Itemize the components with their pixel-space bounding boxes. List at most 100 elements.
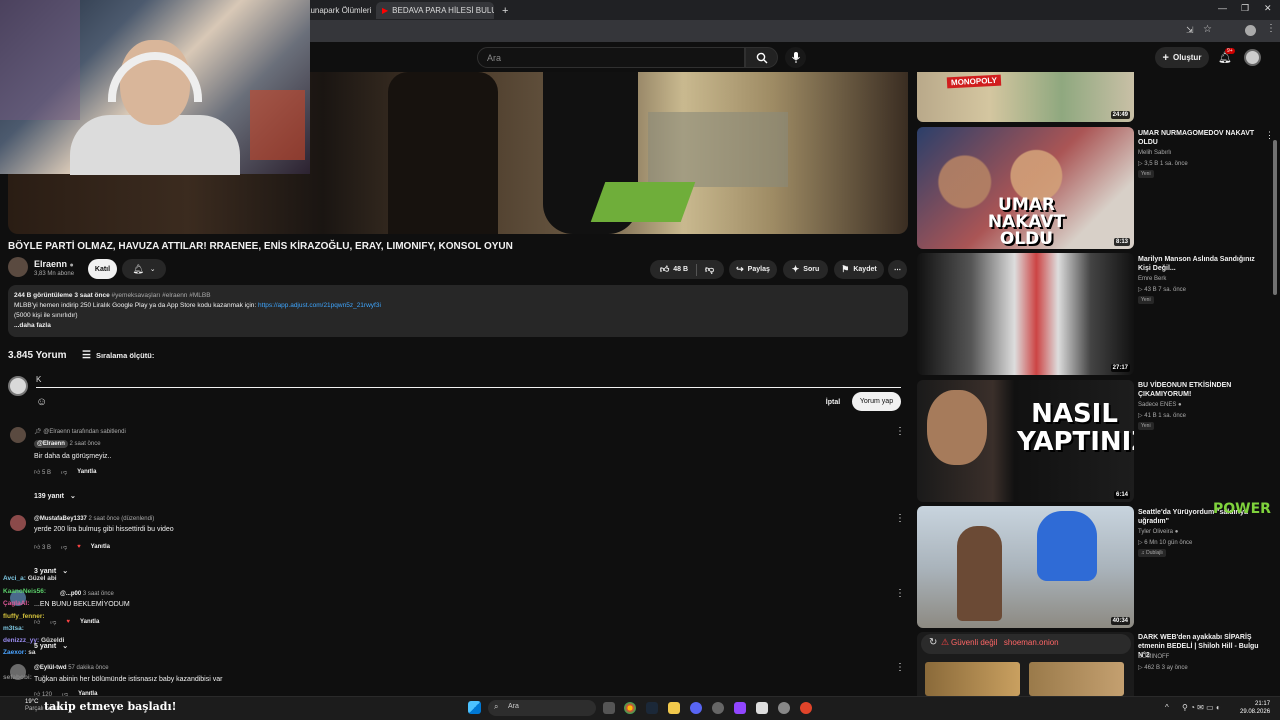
comment-time[interactable]: 3 saat önce [83, 591, 114, 597]
comment-menu-icon[interactable]: ⋮ [895, 426, 905, 437]
reply-button[interactable]: Yanıtla [91, 544, 110, 550]
replies-toggle[interactable]: 3 yanıt ⌄ [34, 567, 68, 576]
close-window-icon[interactable]: ✕ [1264, 3, 1272, 14]
install-icon[interactable]: ⇲ [1186, 25, 1194, 36]
channel-name[interactable]: Elraenn ● [34, 259, 74, 269]
join-button[interactable]: Katıl [88, 259, 117, 279]
comment-author[interactable]: @MustafaBey1337 2 saat önce (düzenlendi) [34, 516, 154, 522]
video-title[interactable]: UMAR NURMAGOMEDOV NAKAVT OLDU [1138, 129, 1268, 147]
scrollbar[interactable] [1273, 140, 1277, 295]
search-button[interactable] [745, 47, 778, 68]
menu-icon[interactable]: ⋮ [1266, 23, 1276, 34]
share-label: Paylaş [747, 266, 770, 273]
subscribe-bell-button[interactable]: 🔔︎ ⌄ [122, 259, 166, 279]
comment-menu-icon[interactable]: ⋮ [895, 588, 905, 599]
author-handle[interactable]: @...p00 [60, 591, 81, 597]
replies-toggle[interactable]: 139 yanıt ⌄ [34, 492, 76, 501]
like-button[interactable]: 👍︎ 5 B [34, 468, 51, 476]
video-thumbnail[interactable]: NASIL YAPTINIZ? 6:14 [917, 380, 1134, 502]
comment-author[interactable]: @...p00 3 saat önce [60, 591, 114, 597]
chrome-icon[interactable] [624, 702, 636, 714]
video-title[interactable]: Marilyn Manson Aslında Sandığınız Kişi D… [1138, 255, 1268, 273]
video-title[interactable]: BU VİDEONUN ETKİSİNDEN ÇIKAMIYORUM! [1138, 381, 1268, 399]
share-button[interactable]: ↪ Paylaş [729, 260, 777, 279]
task-view-icon[interactable] [603, 702, 615, 714]
chat-user: m3tsa: [3, 625, 24, 632]
video-description[interactable]: 244 B görüntüleme 3 saat önce #yemeksava… [8, 285, 908, 337]
author-handle[interactable]: @Eylül-twd [34, 665, 67, 671]
taskbar-search[interactable]: ⌕ Ara [488, 700, 596, 716]
channel-name[interactable]: Tyler Oliveira ● [1138, 529, 1178, 535]
tray-icons[interactable]: ⚲ ◔ ✉ ▭ ◐ [1182, 703, 1221, 712]
ask-button[interactable]: ✦ Soru [783, 260, 828, 279]
author-handle[interactable]: @MustafaBey1337 [34, 516, 87, 522]
windows-start-icon[interactable] [468, 701, 481, 714]
app-icon[interactable] [800, 702, 812, 714]
channel-name[interactable]: Emre Berk [1138, 276, 1166, 282]
channel-name[interactable]: Melih Sabırlı [1138, 150, 1171, 156]
comment-avatar[interactable] [10, 515, 26, 531]
description-link[interactable]: https://app.adjust.com/21pqwn5z_21rwyf3i [258, 302, 381, 309]
author-handle[interactable]: @Elraenn [34, 440, 68, 448]
settings-gear-icon[interactable] [778, 702, 790, 714]
dislike-button[interactable]: 👎︎ [705, 264, 714, 275]
comment-input[interactable]: K [36, 375, 901, 388]
emoji-icon[interactable]: ☺ [36, 396, 47, 408]
comment-time[interactable]: 2 saat önce (düzenlendi) [89, 516, 155, 522]
channel-name[interactable]: BUMINOFF [1138, 654, 1169, 660]
search-input[interactable]: Ara [477, 47, 745, 68]
comment-menu-icon[interactable]: ⋮ [895, 662, 905, 673]
discord-icon[interactable] [690, 702, 702, 714]
tray-chevron-icon[interactable]: ^ [1165, 703, 1169, 712]
comment-author[interactable]: @Elraenn 2 saat önce [34, 440, 101, 448]
thumbs-down-icon[interactable]: 👎︎ [61, 468, 67, 476]
post-comment-button[interactable]: Yorum yap [852, 392, 901, 411]
video-thumbnail[interactable]: MONOPOLY 24:49 [917, 72, 1134, 122]
video-thumbnail[interactable]: ↻ ⚠ Güvenli değil shoeman.onion [917, 632, 1134, 696]
video-menu-icon[interactable]: ⋮ [1265, 130, 1274, 141]
obs-icon[interactable] [712, 702, 724, 714]
maximize-icon[interactable]: ❐ [1241, 3, 1249, 14]
thumbs-down-icon[interactable]: 👎︎ [61, 543, 67, 551]
hashtags[interactable]: #yemeksavaşları #elraenn #MLBB [112, 292, 211, 299]
twitch-icon[interactable] [734, 702, 746, 714]
sort-button[interactable]: ☰ Sıralama ölçütü: [82, 350, 154, 361]
avatar[interactable] [1244, 49, 1261, 66]
thumbs-down-icon[interactable]: 👎︎ [50, 618, 56, 626]
video-thumbnail[interactable]: 27:17 [917, 253, 1134, 375]
comment-avatar[interactable] [10, 427, 26, 443]
minimize-icon[interactable]: — [1218, 3, 1227, 13]
clock[interactable]: 21:17 29.08.2026 [1240, 700, 1270, 716]
channel-avatar[interactable] [8, 257, 28, 277]
thumbnail-caption: ↻ ⚠ Güvenli değil shoeman.onion [921, 634, 1131, 654]
comment-author[interactable]: @Eylül-twd 57 dakika önce [34, 665, 109, 671]
steam-icon[interactable] [646, 702, 658, 714]
reply-button[interactable]: Yanıtla [77, 469, 96, 475]
channel-name-text: Elraenn [34, 259, 68, 269]
app-icon[interactable] [756, 702, 768, 714]
like-button[interactable]: 👍︎ 3 B [34, 543, 51, 551]
file-explorer-icon[interactable] [668, 702, 680, 714]
tab-label: Lunapark Ölümleri [306, 6, 372, 15]
create-button[interactable]: + Oluştur [1155, 47, 1209, 68]
mic-button[interactable] [785, 47, 806, 68]
comment-menu-icon[interactable]: ⋮ [895, 513, 905, 524]
profile-icon[interactable] [1245, 25, 1256, 36]
view-count-date: 244 B görüntüleme 3 saat önce [14, 292, 110, 299]
video-thumbnail[interactable]: UMAR NAKAVT OLDU 8:13 [917, 127, 1134, 249]
comment-time[interactable]: 57 dakika önce [68, 665, 108, 671]
comment-time[interactable]: 2 saat önce [70, 441, 101, 447]
more-actions-button[interactable]: ⋯ [888, 260, 907, 279]
video-thumbnail[interactable]: 40:34 [917, 506, 1134, 628]
save-button[interactable]: ⚑ Kaydet [834, 260, 884, 279]
like-button[interactable]: 👍︎ 48 B [660, 264, 688, 275]
show-more-link[interactable]: ...daha fazla [14, 321, 902, 331]
tab-active-video[interactable]: ▶ BEDAVA PARA HİLESİ BULUP M✕ [376, 2, 494, 19]
channel-name[interactable]: Sadece ENES ● [1138, 402, 1182, 408]
star-icon[interactable]: ☆ [1203, 24, 1212, 35]
chat-message: denizzz_yy: Güzeldi [3, 637, 64, 644]
new-tab-button[interactable]: + [496, 2, 512, 19]
tab-lunapark[interactable]: Lunapark Ölümleri✕ [300, 2, 372, 19]
cancel-button[interactable]: İptal [820, 393, 846, 411]
reply-button[interactable]: Yanıtla [80, 619, 99, 625]
